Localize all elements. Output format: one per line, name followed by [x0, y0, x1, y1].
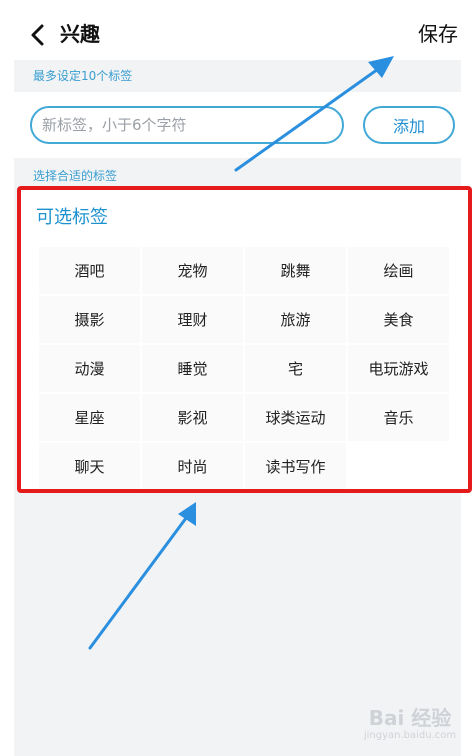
tag-item[interactable]: 读书写作: [244, 442, 347, 491]
save-button[interactable]: 保存: [418, 20, 458, 48]
new-tag-row: 添加: [14, 92, 461, 158]
watermark-url: jingyan.baidu.com: [363, 730, 457, 741]
tag-item[interactable]: 宠物: [141, 246, 244, 295]
top-bar: 兴趣 保存: [0, 0, 475, 60]
tag-item[interactable]: 球类运动: [244, 393, 347, 442]
panel-title: 可选标签: [36, 207, 108, 228]
watermark: Bai 经验 jingyan.baidu.com: [355, 706, 465, 750]
page-title: 兴趣: [60, 22, 100, 46]
available-tags-panel: 可选标签 酒吧 宠物 跳舞 绘画 摄影 理财 旅游 美食 动漫 睡觉 宅 电玩游…: [20, 190, 469, 491]
tag-item[interactable]: 音乐: [347, 393, 450, 442]
tag-item[interactable]: 摄影: [38, 295, 141, 344]
back-button[interactable]: [26, 22, 48, 48]
add-tag-button[interactable]: 添加: [363, 106, 455, 144]
tag-item[interactable]: 绘画: [347, 246, 450, 295]
max-tags-hint: 最多设定10个标签: [33, 69, 133, 83]
tag-item[interactable]: 酒吧: [38, 246, 141, 295]
tag-item[interactable]: 理财: [141, 295, 244, 344]
tag-item[interactable]: 跳舞: [244, 246, 347, 295]
tag-item[interactable]: 美食: [347, 295, 450, 344]
tag-item[interactable]: 动漫: [38, 344, 141, 393]
tag-item[interactable]: 睡觉: [141, 344, 244, 393]
watermark-brand: Bai 经验: [368, 706, 452, 730]
tag-item[interactable]: 宅: [244, 344, 347, 393]
tag-item[interactable]: 时尚: [141, 442, 244, 491]
tag-item[interactable]: 星座: [38, 393, 141, 442]
new-tag-input[interactable]: [30, 106, 344, 144]
choose-tags-hint: 选择合适的标签: [33, 169, 118, 183]
tag-item[interactable]: 电玩游戏: [347, 344, 450, 393]
tag-item[interactable]: 影视: [141, 393, 244, 442]
tag-item[interactable]: 旅游: [244, 295, 347, 344]
chevron-left-icon: [31, 24, 44, 46]
tag-item[interactable]: 聊天: [38, 442, 141, 491]
tag-grid: 酒吧 宠物 跳舞 绘画 摄影 理财 旅游 美食 动漫 睡觉 宅 电玩游戏 星座 …: [38, 246, 451, 491]
